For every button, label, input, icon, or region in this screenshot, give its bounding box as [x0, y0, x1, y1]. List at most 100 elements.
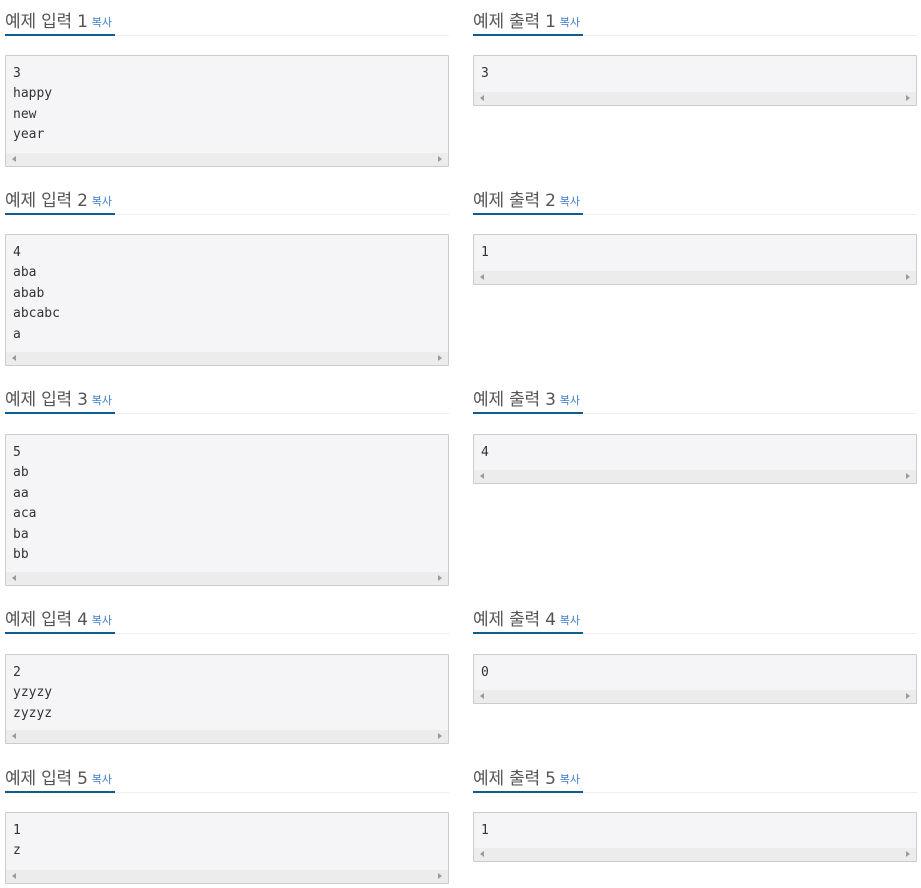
sample-input-title: 예제 입력 3 [5, 390, 88, 410]
horizontal-scrollbar[interactable] [474, 470, 916, 483]
scroll-left-arrow-icon[interactable] [12, 156, 16, 162]
sample-output-title: 예제 출력 4 [473, 610, 556, 630]
horizontal-scrollbar[interactable] [6, 572, 448, 585]
sample-input-2: 예제 입력 2 복사 4 aba abab abcabc a [5, 179, 449, 366]
sample-output-heading-underline: 예제 출력 3 복사 [473, 385, 584, 414]
sample-output-text: 3 [481, 66, 489, 81]
sample-input-headline: 예제 입력 3 복사 [5, 378, 449, 414]
scroll-left-arrow-icon[interactable] [12, 575, 16, 581]
sample-output-title: 예제 출력 5 [473, 769, 556, 789]
sample-input-5: 예제 입력 5 복사 1 z [5, 757, 449, 884]
sample-input-text: 1 z [13, 823, 21, 859]
scroll-right-arrow-icon[interactable] [438, 355, 442, 361]
sample-input-headline: 예제 입력 1 복사 [5, 0, 449, 36]
horizontal-scrollbar[interactable] [6, 730, 448, 743]
scroll-right-arrow-icon[interactable] [906, 851, 910, 857]
sample-input-title: 예제 입력 4 [5, 610, 88, 630]
sample-input-headline: 예제 입력 5 복사 [5, 757, 449, 793]
sample-output-text: 1 [481, 245, 489, 260]
sample-input-headline: 예제 입력 4 복사 [5, 598, 449, 634]
sample-input-text: 5 ab aa aca ba bb [13, 445, 37, 563]
scroll-right-arrow-icon[interactable] [906, 274, 910, 280]
sample-output-box[interactable]: 4 [473, 434, 917, 484]
sample-output-headline: 예제 출력 1 복사 [473, 0, 917, 36]
scroll-right-arrow-icon[interactable] [438, 156, 442, 162]
copy-button[interactable]: 복사 [560, 773, 580, 786]
sample-output-title: 예제 출력 1 [473, 12, 556, 32]
sample-output-box[interactable]: 1 [473, 812, 917, 862]
scroll-left-arrow-icon[interactable] [12, 873, 16, 879]
sample-input-box[interactable]: 2 yzyzy zyzyz [5, 654, 449, 744]
sample-input-title: 예제 입력 1 [5, 12, 88, 32]
sample-output-heading-underline: 예제 출력 5 복사 [473, 764, 584, 793]
sample-output-title: 예제 출력 2 [473, 191, 556, 211]
scroll-left-arrow-icon[interactable] [480, 473, 484, 479]
sample-output-box[interactable]: 3 [473, 55, 917, 106]
scroll-right-arrow-icon[interactable] [906, 693, 910, 699]
scroll-left-arrow-icon[interactable] [480, 851, 484, 857]
copy-button[interactable]: 복사 [560, 16, 580, 29]
sample-output-headline: 예제 출력 4 복사 [473, 598, 917, 634]
sample-input-title: 예제 입력 2 [5, 191, 88, 211]
copy-button[interactable]: 복사 [560, 394, 580, 407]
copy-button[interactable]: 복사 [92, 614, 112, 627]
scroll-right-arrow-icon[interactable] [438, 733, 442, 739]
sample-output-title: 예제 출력 3 [473, 390, 556, 410]
sample-output-box[interactable]: 0 [473, 654, 917, 704]
sample-output-text: 4 [481, 445, 489, 460]
sample-output-headline: 예제 출력 3 복사 [473, 378, 917, 414]
sample-output-3: 예제 출력 3 복사 4 [473, 378, 917, 484]
sample-input-box[interactable]: 5 ab aa aca ba bb [5, 434, 449, 586]
horizontal-scrollbar[interactable] [6, 352, 448, 365]
horizontal-scrollbar[interactable] [474, 848, 916, 861]
scroll-right-arrow-icon[interactable] [438, 575, 442, 581]
sample-input-title: 예제 입력 5 [5, 769, 88, 789]
sample-input-3: 예제 입력 3 복사 5 ab aa aca ba bb [5, 378, 449, 586]
sample-output-heading-underline: 예제 출력 2 복사 [473, 186, 584, 215]
sample-input-headline: 예제 입력 2 복사 [5, 179, 449, 215]
sample-input-text: 2 yzyzy zyzyz [13, 665, 53, 721]
sample-input-heading-underline: 예제 입력 2 복사 [5, 186, 116, 215]
sample-input-4: 예제 입력 4 복사 2 yzyzy zyzyz [5, 598, 449, 744]
copy-button[interactable]: 복사 [92, 773, 112, 786]
sample-output-text: 0 [481, 665, 489, 680]
scroll-left-arrow-icon[interactable] [480, 95, 484, 101]
sample-input-heading-underline: 예제 입력 5 복사 [5, 764, 116, 793]
scroll-left-arrow-icon[interactable] [480, 274, 484, 280]
sample-input-box[interactable]: 4 aba abab abcabc a [5, 234, 449, 366]
sample-input-1: 예제 입력 1 복사 3 happy new year [5, 0, 449, 167]
horizontal-scrollbar[interactable] [474, 271, 916, 284]
horizontal-scrollbar[interactable] [474, 690, 916, 703]
sample-output-headline: 예제 출력 2 복사 [473, 179, 917, 215]
sample-output-1: 예제 출력 1 복사 3 [473, 0, 917, 106]
sample-input-text: 3 happy new year [13, 66, 53, 143]
scroll-left-arrow-icon[interactable] [12, 733, 16, 739]
sample-input-heading-underline: 예제 입력 1 복사 [5, 7, 116, 36]
scroll-right-arrow-icon[interactable] [438, 873, 442, 879]
scroll-left-arrow-icon[interactable] [12, 355, 16, 361]
copy-button[interactable]: 복사 [560, 195, 580, 208]
sample-input-text: 4 aba abab abcabc a [13, 245, 60, 342]
sample-input-heading-underline: 예제 입력 4 복사 [5, 605, 116, 634]
sample-output-headline: 예제 출력 5 복사 [473, 757, 917, 793]
sample-output-heading-underline: 예제 출력 4 복사 [473, 605, 584, 634]
scroll-right-arrow-icon[interactable] [906, 473, 910, 479]
sample-output-4: 예제 출력 4 복사 0 [473, 598, 917, 704]
copy-button[interactable]: 복사 [560, 614, 580, 627]
copy-button[interactable]: 복사 [92, 195, 112, 208]
sample-output-box[interactable]: 1 [473, 234, 917, 285]
sample-output-text: 1 [481, 823, 489, 838]
copy-button[interactable]: 복사 [92, 16, 112, 29]
scroll-left-arrow-icon[interactable] [480, 693, 484, 699]
horizontal-scrollbar[interactable] [6, 870, 448, 883]
sample-input-box[interactable]: 3 happy new year [5, 55, 449, 167]
scroll-right-arrow-icon[interactable] [906, 95, 910, 101]
sample-input-heading-underline: 예제 입력 3 복사 [5, 385, 116, 414]
copy-button[interactable]: 복사 [92, 394, 112, 407]
horizontal-scrollbar[interactable] [6, 153, 448, 166]
sample-input-box[interactable]: 1 z [5, 812, 449, 884]
sample-output-5: 예제 출력 5 복사 1 [473, 757, 917, 862]
sample-output-heading-underline: 예제 출력 1 복사 [473, 7, 584, 36]
horizontal-scrollbar[interactable] [474, 92, 916, 105]
sample-output-2: 예제 출력 2 복사 1 [473, 179, 917, 285]
